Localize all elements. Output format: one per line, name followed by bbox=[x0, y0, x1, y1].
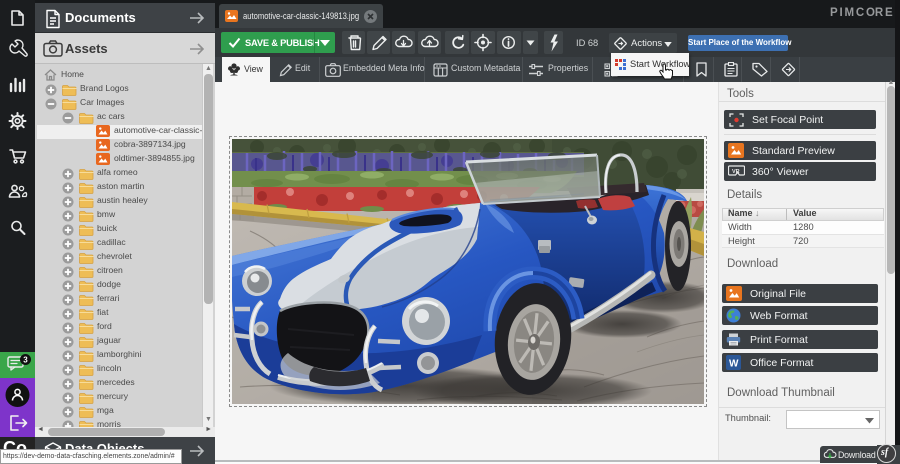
svg-text:3: 3 bbox=[23, 356, 28, 365]
svg-text:VR: VR bbox=[732, 169, 740, 175]
svg-text:W: W bbox=[729, 359, 739, 370]
